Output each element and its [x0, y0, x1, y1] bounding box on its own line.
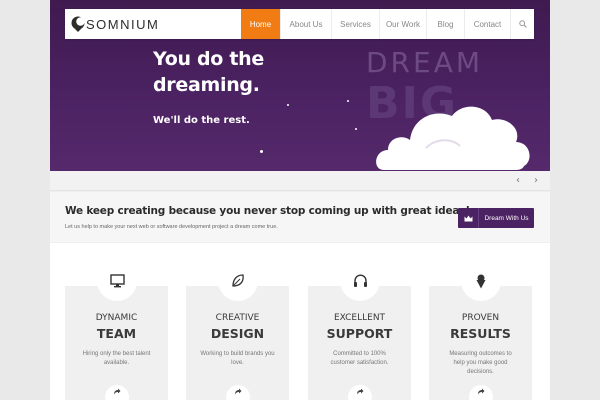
feature-description: Committed to 100% customer satisfaction.	[330, 351, 389, 366]
nav-item-about-us[interactable]: About Us	[280, 9, 331, 39]
nav-item-home[interactable]: Home	[241, 9, 280, 39]
moon-logo-icon	[71, 16, 85, 32]
nav-item-label: Contact	[473, 19, 502, 29]
hero-subline: We'll do the rest.	[153, 115, 250, 126]
feature-description: Hiring only the best talent available.	[82, 351, 151, 366]
feature-description: Working to build brands you love.	[200, 351, 275, 366]
star	[347, 100, 349, 102]
cta-label: Dream With Us	[484, 214, 529, 222]
promo-banner: We keep creating because you never stop …	[50, 192, 550, 242]
site-header: SOMNIUM Home About Us Services Our Work …	[65, 9, 534, 39]
feature-icon-circle	[97, 261, 137, 301]
nav-item-label: Blog	[437, 19, 454, 29]
hero-headline: You do the dreaming.	[153, 46, 303, 98]
feature-description: Measuring outcomes to help you make good…	[449, 351, 512, 375]
slider-prev-button[interactable]: ‹	[516, 175, 520, 186]
nav-item-blog[interactable]: Blog	[426, 9, 464, 39]
feature-title-line2: RESULTS	[450, 326, 511, 341]
slider-next-button[interactable]: ›	[534, 175, 538, 186]
feature-title-line1: DYNAMIC	[95, 313, 138, 323]
share-arrow-icon	[114, 388, 121, 395]
dream-word: DREAM	[366, 46, 484, 79]
feature-more-button[interactable]	[105, 385, 129, 400]
feature-title-line1: EXCELLENT	[333, 313, 386, 323]
nav-item-label: About Us	[289, 19, 323, 29]
leaf-icon	[232, 274, 244, 287]
feature-more-button[interactable]	[469, 385, 493, 400]
nav-item-label: Services	[340, 19, 371, 29]
feature-card-team: DYNAMIC TEAM Hiring only the best talent…	[65, 261, 168, 400]
feature-icon-circle	[461, 261, 501, 301]
feature-title-line2: TEAM	[96, 326, 137, 341]
hero-headline-line2: dreaming.	[153, 74, 260, 96]
logo[interactable]: SOMNIUM	[65, 9, 241, 39]
main-nav: Home About Us Services Our Work Blog Con…	[241, 9, 534, 39]
feature-title-line2: SUPPORT	[326, 326, 393, 341]
logo-text: SOMNIUM	[86, 16, 160, 32]
crown-icon	[458, 208, 479, 228]
hero-headline-line1: You do the	[153, 48, 264, 70]
share-arrow-icon	[478, 388, 485, 395]
feature-title-line2: DESIGN	[210, 326, 265, 341]
star	[355, 128, 357, 130]
promo-title: We keep creating because you never stop …	[65, 205, 470, 217]
feature-icon-circle	[218, 261, 258, 301]
star	[260, 150, 263, 153]
nav-item-services[interactable]: Services	[331, 9, 379, 39]
cloud-illustration	[376, 106, 530, 170]
feature-card-results: PROVEN RESULTS Measuring outcomes to hel…	[429, 261, 532, 400]
slider-controls: ‹ ›	[50, 171, 550, 191]
nav-item-contact[interactable]: Contact	[464, 9, 510, 39]
features-section: DYNAMIC TEAM Hiring only the best talent…	[50, 243, 550, 400]
feature-card-design: CREATIVE DESIGN Working to build brands …	[186, 261, 289, 400]
feature-title-line1: CREATIVE	[215, 313, 260, 323]
share-arrow-icon	[357, 388, 364, 395]
nav-item-label: Home	[249, 19, 272, 29]
headphones-icon	[353, 274, 367, 287]
nav-item-our-work[interactable]: Our Work	[379, 9, 426, 39]
search-button[interactable]	[510, 9, 534, 39]
promo-text: Let us help to make your next web or sof…	[65, 224, 278, 230]
feature-more-button[interactable]	[348, 385, 372, 400]
page: You do the dreaming. We'll do the rest. …	[50, 0, 550, 400]
feature-title-line1: PROVEN	[461, 313, 500, 323]
share-arrow-icon	[235, 388, 242, 395]
star	[287, 104, 289, 106]
feature-icon-circle	[340, 261, 380, 301]
search-icon	[518, 20, 527, 28]
dream-with-us-button[interactable]: Dream With Us	[458, 208, 534, 228]
ice-cream-icon	[476, 274, 486, 288]
feature-card-support: EXCELLENT SUPPORT Committed to 100% cust…	[308, 261, 411, 400]
nav-item-label: Our Work	[385, 19, 421, 29]
monitor-icon	[109, 274, 125, 288]
feature-more-button[interactable]	[226, 385, 250, 400]
